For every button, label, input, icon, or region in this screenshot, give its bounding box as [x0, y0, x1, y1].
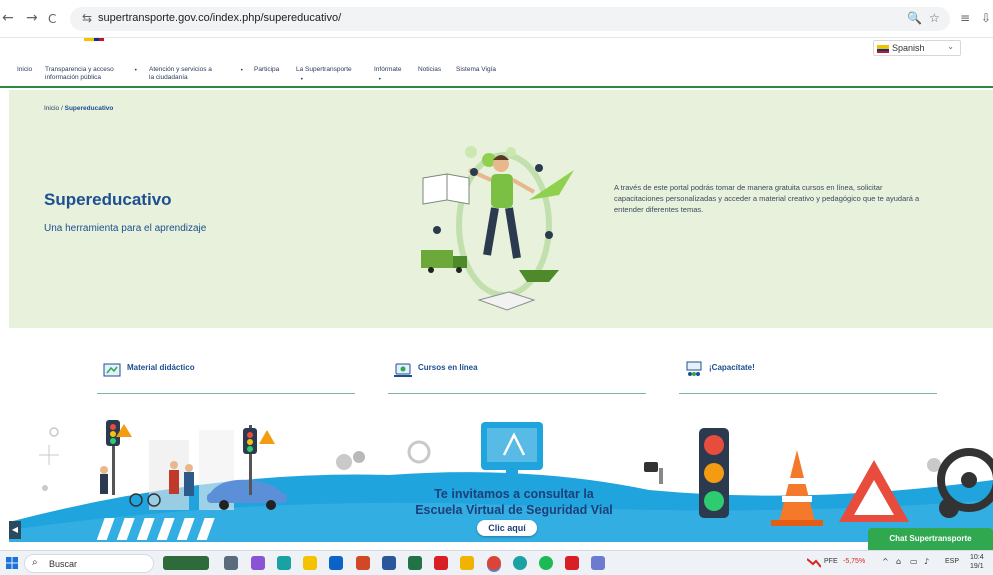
teaching-board-icon	[103, 363, 121, 377]
reload-icon[interactable]: C	[48, 11, 56, 27]
card-capacitate[interactable]: ¡Capacítate!	[679, 354, 937, 394]
training-group-icon	[686, 361, 702, 376]
download-icon[interactable]: ⇩	[981, 10, 991, 26]
acrobat-icon[interactable]	[434, 556, 448, 570]
back-arrow-icon[interactable]: ←	[2, 10, 14, 26]
banner-headline: Te invitamos a consultar la Escuela Virt…	[384, 486, 644, 518]
reading-list-icon[interactable]: ≡	[960, 10, 970, 26]
task-view-icon[interactable]	[224, 556, 238, 570]
breadcrumb: Inicio / Supereducativo	[44, 105, 113, 112]
nav-item-la-supertransporte[interactable]: La Supertransporte	[296, 66, 352, 74]
scroll-left-arrow-icon[interactable]: ◀	[9, 521, 21, 539]
spotify-icon[interactable]	[539, 556, 553, 570]
windows-taskbar: ⌕ Buscar PFE -5,75% ^ ⌂ ▭ ♪ ESP 10:4 19/…	[0, 550, 993, 575]
nav-item-participa[interactable]: Participa	[254, 66, 279, 74]
laptop-course-icon	[394, 363, 412, 377]
main-navigation: Inicio Transparencia y acceso informació…	[0, 60, 993, 88]
nav-item-label-line2: información pública	[45, 74, 102, 81]
mcafee-icon[interactable]	[565, 556, 579, 570]
network-icon[interactable]: ⌂	[896, 557, 901, 566]
taskbar-search[interactable]: ⌕ Buscar	[24, 554, 154, 573]
chevron-down-icon: ⌄	[947, 42, 954, 51]
dropdown-dot-icon: •	[134, 67, 138, 74]
windows-start-icon[interactable]	[6, 557, 18, 569]
chat-button[interactable]: Chat Supertransporte	[868, 528, 993, 550]
tray-chevron-icon[interactable]: ^	[882, 557, 889, 566]
card-label: Cursos en línea	[418, 363, 478, 372]
language-value: Spanish	[892, 43, 925, 53]
nav-item-transparencia[interactable]: Transparencia y acceso información públi…	[45, 66, 114, 82]
site-info-icon[interactable]: ⇆	[82, 11, 92, 25]
clock[interactable]: 10:4 19/1	[970, 553, 984, 571]
clic-aqui-button[interactable]: Clic aquí	[477, 520, 537, 536]
learning-illustration	[421, 146, 574, 311]
stock-down-icon	[807, 558, 821, 568]
language-select[interactable]: Spanish ⌄	[873, 40, 961, 56]
nav-item-inicio[interactable]: Inicio	[17, 66, 32, 74]
card-cursos-en-linea[interactable]: Cursos en línea	[388, 354, 646, 394]
nav-item-sistema-vigia[interactable]: Sistema Vigía	[456, 66, 496, 74]
breadcrumb-current: Supereducativo	[64, 105, 114, 112]
dropdown-dot-icon: •	[300, 76, 304, 83]
chrome-profile-icon[interactable]	[513, 556, 527, 570]
file-explorer-icon[interactable]	[303, 556, 317, 570]
outlook-icon[interactable]	[329, 556, 343, 570]
dropdown-dot-icon: •	[240, 67, 244, 74]
word-icon[interactable]	[382, 556, 396, 570]
road-safety-banner[interactable]: Te invitamos a consultar la Escuela Virt…	[9, 410, 993, 542]
hero-description: A través de este portal podrás tomar de …	[614, 183, 920, 214]
excel-icon[interactable]	[408, 556, 422, 570]
zoom-icon[interactable]: 🔍	[907, 11, 922, 25]
banner-line2: Escuela Virtual de Seguridad Vial	[415, 503, 613, 517]
banner-line1: Te invitamos a consultar la	[434, 487, 594, 501]
page-title: Supereducativo	[44, 190, 172, 209]
search-icon: ⌕	[32, 557, 38, 568]
volume-icon[interactable]: ♪	[924, 557, 929, 566]
url-text[interactable]: supertransporte.gov.co/index.php/supered…	[98, 12, 341, 24]
powerpoint-icon[interactable]	[356, 556, 370, 570]
folder-icon[interactable]	[460, 556, 474, 570]
nav-item-label: Transparencia y acceso	[45, 66, 114, 73]
nav-item-atencion[interactable]: Atención y servicios a la ciudadanía	[149, 66, 212, 82]
chrome-icon[interactable]	[487, 556, 501, 570]
search-placeholder: Buscar	[49, 559, 78, 569]
copilot-icon[interactable]	[251, 556, 265, 570]
browser-toolbar: ← → C ⇆ supertransporte.gov.co/index.php…	[0, 0, 993, 38]
hero-section: Inicio / Supereducativo Supereducativo U…	[9, 90, 993, 328]
breadcrumb-home[interactable]: Inicio /	[44, 105, 63, 112]
address-bar[interactable]: ⇆ supertransporte.gov.co/index.php/super…	[70, 7, 950, 31]
clock-time: 10:4	[970, 554, 984, 561]
input-language[interactable]: ESP	[945, 558, 959, 565]
bookmark-star-icon[interactable]: ☆	[929, 11, 940, 25]
display-icon[interactable]: ▭	[910, 557, 918, 566]
stock-change[interactable]: -5,75%	[843, 558, 865, 565]
nav-item-noticias[interactable]: Noticias	[418, 66, 441, 74]
nav-item-label-line2: la ciudadanía	[149, 74, 188, 81]
teams-icon[interactable]	[591, 556, 605, 570]
colombia-flag-icon	[877, 45, 889, 53]
page-subtitle: Una herramienta para el aprendizaje	[44, 223, 207, 234]
edge-icon[interactable]	[277, 556, 291, 570]
card-material-didactico[interactable]: Material didáctico	[97, 354, 355, 394]
taskbar-widget[interactable]	[163, 556, 209, 570]
clock-date: 19/1	[970, 563, 984, 570]
forward-arrow-icon[interactable]: →	[26, 10, 38, 26]
nav-item-informate[interactable]: Infórmate	[374, 66, 401, 74]
card-label: Material didáctico	[127, 363, 195, 372]
stock-ticker[interactable]: PFE	[824, 558, 838, 565]
card-label: ¡Capacítate!	[709, 363, 755, 372]
gov-logo-strip	[84, 38, 104, 41]
nav-item-label: Atención y servicios a	[149, 66, 212, 73]
screen: ← → C ⇆ supertransporte.gov.co/index.php…	[0, 0, 993, 575]
dropdown-dot-icon: •	[378, 76, 382, 83]
site-topbar: Spanish ⌄	[0, 38, 993, 60]
